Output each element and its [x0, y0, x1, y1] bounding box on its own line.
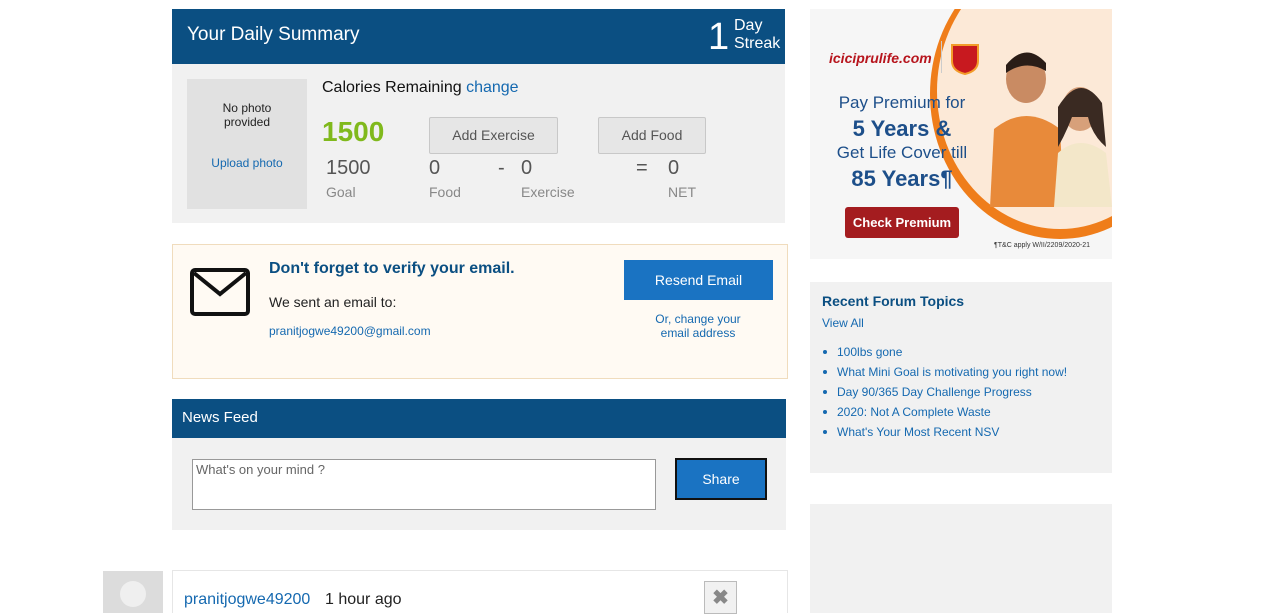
share-button[interactable]: Share	[675, 458, 767, 500]
feed-item-username[interactable]: pranitjogwe49200	[184, 591, 310, 609]
net-value: 0	[668, 157, 680, 179]
ad-headline-1: Pay Premium for	[838, 93, 966, 112]
forum-topic-link[interactable]: 100lbs gone	[822, 344, 1107, 364]
change-email-link[interactable]: Or, change your email address	[613, 312, 783, 340]
calories-remaining-value: 1500	[322, 116, 385, 147]
recent-forum-topics: Recent Forum Topics View All 100lbs gone…	[810, 282, 1112, 473]
daily-summary-body: No photo provided Upload photo Calories …	[172, 64, 785, 223]
feed-item: pranitjogwe49200 1 hour ago ✖	[172, 570, 788, 614]
goal-value: 1500	[326, 157, 371, 179]
change-email-line-1: Or, change your	[655, 312, 741, 326]
add-food-button[interactable]: Add Food	[598, 117, 706, 154]
resend-email-button[interactable]: Resend Email	[624, 260, 773, 300]
change-email-line-2: email address	[660, 326, 736, 340]
verify-email-address: pranitjogwe49200@gmail.com	[269, 324, 431, 338]
streak-count: 1	[708, 16, 730, 58]
daily-summary-title: Your Daily Summary	[187, 24, 360, 45]
upload-photo-link[interactable]: Upload photo	[187, 156, 307, 170]
food-value: 0	[429, 157, 441, 179]
envelope-icon	[190, 268, 250, 316]
change-goal-link[interactable]: change	[466, 79, 519, 96]
verify-email-banner: Don't forget to verify your email. We se…	[172, 244, 788, 379]
forum-topic-link[interactable]: Day 90/365 Day Challenge Progress	[822, 384, 1107, 404]
advertisement-banner[interactable]: iciciprulife.com Pay Premium for 5 Years…	[810, 9, 1112, 259]
view-all-link[interactable]: View All	[822, 316, 864, 330]
verify-email-title: Don't forget to verify your email.	[269, 260, 515, 277]
ad-divider	[941, 41, 942, 73]
ad-headline-3: Get Life Cover till	[836, 143, 968, 162]
feed-item-timestamp: 1 hour ago	[325, 591, 402, 608]
streak-label-day: Day	[734, 17, 763, 34]
minus-operator: -	[498, 157, 505, 179]
streak-label-streak: Streak	[734, 35, 781, 52]
forum-topic-link[interactable]: 2020: Not A Complete Waste	[822, 404, 1107, 424]
no-photo-line-1: No photo	[222, 101, 272, 115]
news-feed-title: News Feed	[182, 409, 258, 426]
exercise-label: Exercise	[521, 184, 575, 200]
exercise-value: 0	[521, 157, 533, 179]
shield-icon	[951, 44, 979, 75]
profile-photo-placeholder: No photo provided Upload photo	[187, 79, 307, 209]
forum-title: Recent Forum Topics	[822, 293, 965, 309]
ad-people-image	[990, 52, 1112, 207]
ad-headline-4: 85 Years¶	[851, 166, 953, 191]
news-feed-header: News Feed	[172, 399, 786, 438]
equals-operator: =	[636, 157, 648, 179]
forum-topic-link[interactable]: What's Your Most Recent NSV	[822, 424, 1107, 444]
check-premium-button[interactable]: Check Premium	[845, 207, 959, 238]
ad-terms: ¶T&C apply W/II/2209/2020-21	[994, 242, 1090, 249]
goal-label: Goal	[326, 184, 356, 200]
status-input[interactable]	[192, 459, 656, 510]
streak-label: Day Streak	[734, 17, 780, 53]
verify-email-sent-text: We sent an email to:	[269, 294, 397, 310]
daily-summary-header: Your Daily Summary 1 Day Streak	[172, 9, 785, 64]
close-icon[interactable]: ✖	[704, 581, 737, 614]
calories-remaining-title: Calories Remaining change	[322, 79, 519, 97]
add-exercise-button[interactable]: Add Exercise	[429, 117, 558, 154]
no-photo-text: No photo provided	[187, 101, 307, 129]
forum-topic-link[interactable]: What Mini Goal is motivating you right n…	[822, 364, 1107, 384]
sidebar-empty-panel	[810, 504, 1112, 613]
ad-brand: iciciprulife.com	[829, 50, 932, 66]
net-label: NET	[668, 184, 696, 200]
news-feed-composer: Share	[172, 438, 786, 530]
avatar-silhouette	[120, 581, 146, 607]
no-photo-line-2: provided	[223, 115, 271, 129]
forum-topic-list: 100lbs gone What Mini Goal is motivating…	[822, 344, 1107, 444]
food-label: Food	[429, 184, 461, 200]
calories-remaining-label: Calories Remaining	[322, 79, 462, 96]
avatar[interactable]	[103, 571, 163, 613]
ad-headline-2: 5 Years &	[852, 116, 952, 141]
